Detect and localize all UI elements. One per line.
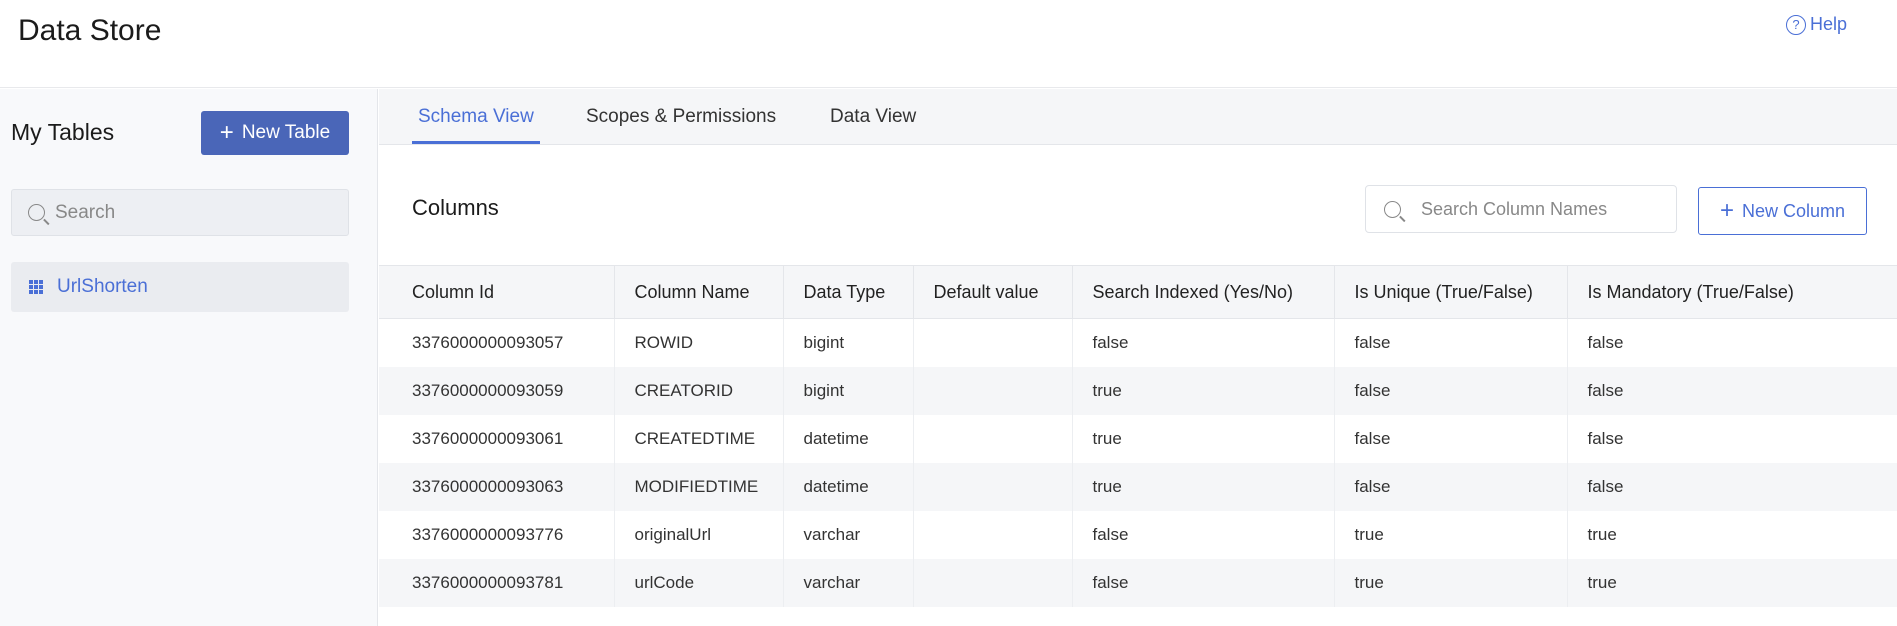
app-header: Data Store ? Help — [0, 0, 1897, 88]
table-cell: CREATEDTIME — [614, 414, 784, 463]
help-link[interactable]: ? Help — [1786, 14, 1847, 35]
search-icon — [1384, 200, 1401, 218]
tab-scopes-permissions[interactable]: Scopes & Permissions — [586, 106, 776, 128]
column-header: Is Unique (True/False) — [1334, 265, 1568, 319]
new-table-label: New Table — [241, 122, 331, 143]
column-header: Data Type — [783, 265, 914, 319]
table-cell: false — [1567, 366, 1897, 415]
page-title: Data Store — [18, 14, 162, 47]
tab-schema-view[interactable]: Schema View — [412, 106, 540, 144]
table-cell — [913, 318, 1073, 367]
table-icon — [29, 280, 43, 294]
table-cell: false — [1567, 462, 1897, 511]
table-row[interactable]: 3376000000093781 urlCode varchar false true t… — [379, 558, 1897, 607]
table-cell: false — [1072, 318, 1335, 367]
table-row[interactable]: 3376000000093059 CREATORID bigint true false… — [379, 366, 1897, 415]
table-cell: varchar — [783, 558, 914, 607]
column-header: Is Mandatory (True/False) — [1567, 265, 1897, 319]
table-cell: false — [1334, 414, 1568, 463]
table-cell: true — [1567, 558, 1897, 607]
table-cell: ROWID — [614, 318, 784, 367]
table-cell: 3376000000093057 — [379, 318, 615, 367]
table-cell: true — [1587, 524, 1617, 544]
search-icon — [28, 204, 45, 221]
table-cell: true — [1072, 462, 1335, 511]
column-search-input[interactable]: Search Column Names — [1365, 185, 1677, 233]
column-header: Search Indexed (Yes/No) — [1072, 265, 1335, 319]
table-row[interactable]: 3376000000093776 originalUrl varchar false t… — [379, 510, 1897, 559]
table-cell: datetime — [783, 462, 914, 511]
sidebar-item-label: UrlShorten — [57, 276, 148, 297]
table-cell: CREATORID — [614, 366, 784, 415]
table-cell: true — [1072, 366, 1335, 415]
columns-table: Column Id Column Name Data Type Default val… — [379, 265, 1897, 607]
table-cell: 3376000000093781 — [379, 558, 615, 607]
new-column-button[interactable]: + New Column — [1698, 187, 1867, 235]
column-header: Column Name — [614, 265, 784, 319]
sidebar-title: My Tables — [11, 119, 115, 145]
table-cell: urlCode — [614, 558, 784, 607]
table-cell: true — [1072, 414, 1335, 463]
column-header: Column Id — [379, 265, 615, 319]
new-table-button[interactable]: + New Table — [201, 111, 349, 155]
table-row[interactable]: 3376000000093063 MODIFIEDTIME datetime true… — [379, 462, 1897, 511]
table-cell: false — [1587, 428, 1624, 448]
tab-data-view[interactable]: Data View — [830, 106, 916, 128]
table-cell: false — [1334, 366, 1568, 415]
table-cell: bigint — [783, 366, 914, 415]
table-cell — [913, 510, 1073, 559]
sidebar-item-urlshorten[interactable]: UrlShorten — [11, 262, 349, 312]
table-cell: false — [1072, 558, 1335, 607]
table-cell: datetime — [783, 414, 914, 463]
new-column-label: New Column — [1741, 200, 1846, 221]
table-cell: false — [1334, 318, 1568, 367]
help-icon: ? — [1786, 14, 1806, 35]
table-cell — [913, 558, 1073, 607]
table-row[interactable]: 3376000000093061 CREATEDTIME datetime true f… — [379, 414, 1897, 463]
table-cell: false — [1587, 332, 1624, 352]
search-placeholder: Search Column Names — [1421, 198, 1608, 219]
table-row[interactable]: 3376000000093057 ROWID bigint false false fal… — [379, 318, 1897, 367]
table-cell: true — [1334, 510, 1568, 559]
sidebar: My Tables + New Table Search UrlShorten — [0, 89, 378, 626]
column-header: Default value — [913, 265, 1073, 319]
table-cell: 3376000000093059 — [379, 366, 615, 415]
columns-title: Columns — [412, 195, 499, 220]
search-placeholder: Search — [55, 201, 116, 223]
table-cell — [913, 462, 1073, 511]
table-cell: 3376000000093776 — [379, 510, 615, 559]
table-cell: true — [1334, 558, 1568, 607]
table-cell: varchar — [783, 510, 914, 559]
table-cell: 3376000000093063 — [379, 462, 615, 511]
plus-icon: + — [1719, 197, 1734, 224]
table-search-input[interactable]: Search — [11, 189, 349, 236]
table-cell: false — [1334, 462, 1568, 511]
table-cell: originalUrl — [614, 510, 784, 559]
table-cell: bigint — [783, 318, 914, 367]
help-label: Help — [1810, 14, 1848, 34]
table-cell — [913, 366, 1073, 415]
table-cell: MODIFIEDTIME — [614, 462, 784, 511]
tab-bar: Schema View Scopes & Permissions Data Vi… — [379, 89, 1897, 145]
plus-icon: + — [219, 119, 234, 146]
table-cell — [913, 414, 1073, 463]
table-cell: 3376000000093061 — [379, 414, 615, 463]
table-cell: false — [1072, 510, 1335, 559]
